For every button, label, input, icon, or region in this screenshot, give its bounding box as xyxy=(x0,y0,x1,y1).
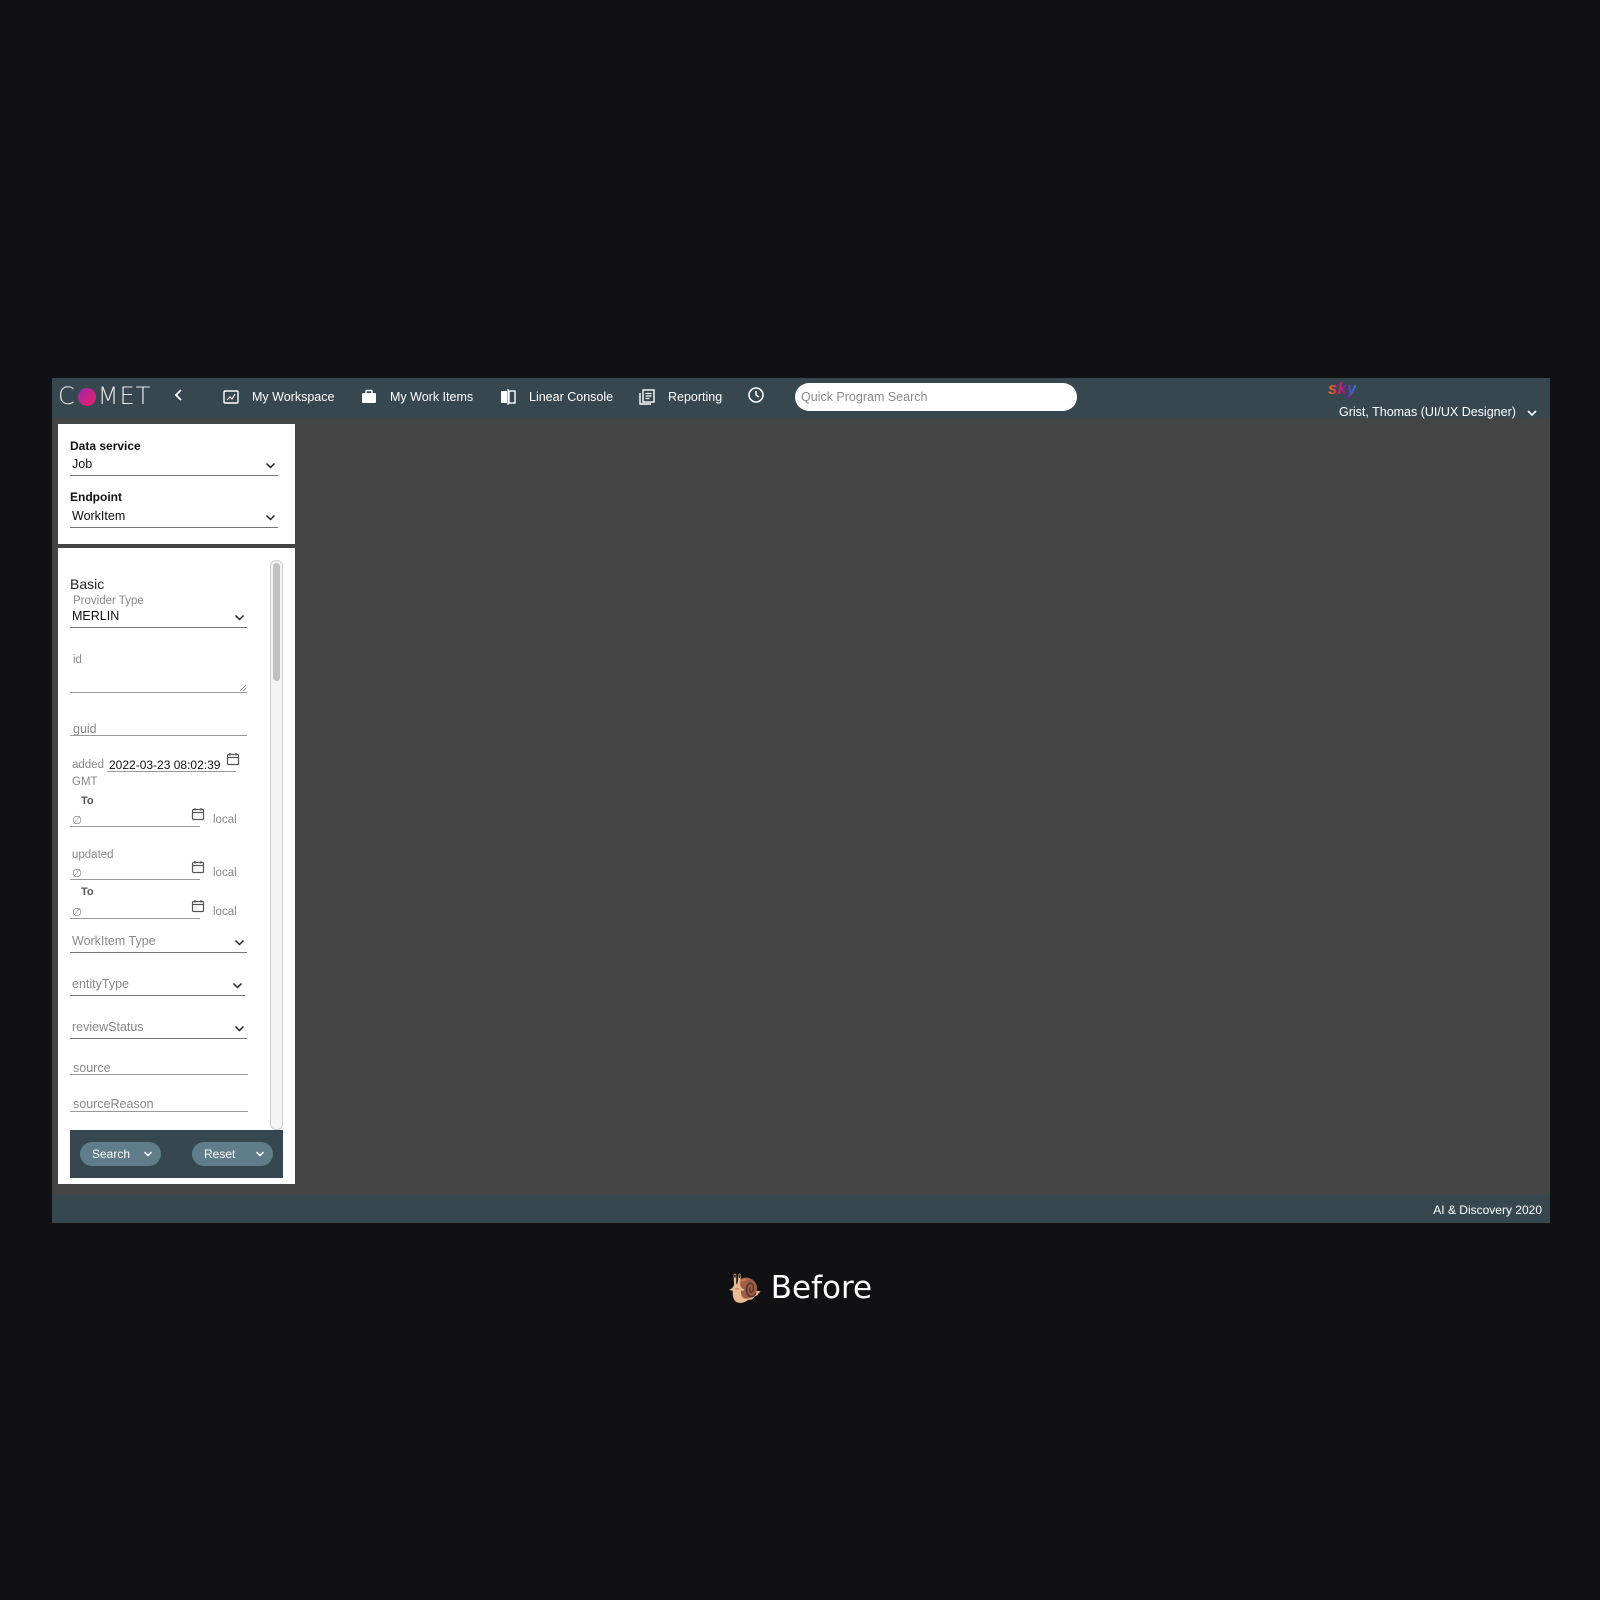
chevron-down-icon xyxy=(234,614,245,621)
nav-linear-console[interactable]: Linear Console xyxy=(499,386,613,408)
history-icon[interactable] xyxy=(747,386,765,404)
entity-type-placeholder: entityType xyxy=(72,977,129,991)
provider-type-value: MERLIN xyxy=(72,609,120,623)
updated-to-local: local xyxy=(213,906,237,918)
updated-to-input[interactable] xyxy=(70,902,200,919)
guid-input[interactable] xyxy=(70,718,247,736)
reset-button[interactable]: Reset xyxy=(192,1142,273,1166)
nav-label: Reporting xyxy=(668,390,723,404)
sky-logo: sky xyxy=(1328,379,1357,398)
nav-reporting[interactable]: Reporting xyxy=(638,386,722,408)
workspace-icon xyxy=(223,390,239,404)
data-service-value: Job xyxy=(72,457,93,471)
workitem-type-placeholder: WorkItem Type xyxy=(72,934,156,948)
endpoint-value: WorkItem xyxy=(72,509,126,523)
chevron-down-icon xyxy=(234,939,245,946)
quick-program-search-input[interactable] xyxy=(795,383,1077,411)
query-config-panel: Data service Job Endpoint WorkItem xyxy=(58,424,295,544)
chevron-left-icon[interactable] xyxy=(170,386,188,404)
source-reason-input[interactable] xyxy=(70,1093,248,1112)
chevron-down-icon xyxy=(265,462,276,469)
chevron-down-icon xyxy=(234,1025,245,1032)
comet-app-window: C MET My Workspace My Work Items Linear C… xyxy=(52,378,1550,1223)
chevron-down-icon[interactable] xyxy=(1526,407,1538,419)
reporting-icon xyxy=(639,389,655,405)
briefcase-icon xyxy=(362,389,376,403)
review-status-select[interactable]: reviewStatus xyxy=(70,1019,247,1039)
console-icon xyxy=(501,389,516,405)
caption-text: Before xyxy=(770,1270,873,1306)
footer-text: AI & Discovery 2020 xyxy=(1433,1203,1542,1217)
provider-type-label: Provider Type xyxy=(73,595,144,607)
nav-label: Linear Console xyxy=(529,390,614,404)
nav-my-workspace[interactable]: My Workspace xyxy=(222,386,334,408)
endpoint-label: Endpoint xyxy=(70,490,122,504)
added-label: added xyxy=(72,759,104,771)
app-footer: AI & Discovery 2020 xyxy=(52,1195,1550,1223)
data-service-label: Data service xyxy=(70,439,141,453)
endpoint-select[interactable]: WorkItem xyxy=(70,508,278,528)
chevron-down-icon xyxy=(265,514,276,521)
logo-heart-icon xyxy=(77,388,96,406)
chevron-down-icon[interactable] xyxy=(143,1149,153,1159)
workitem-type-select[interactable]: WorkItem Type xyxy=(70,933,247,953)
calendar-icon[interactable] xyxy=(191,807,205,821)
updated-from-local: local xyxy=(213,867,237,879)
calendar-icon[interactable] xyxy=(191,860,205,874)
updated-label: updated xyxy=(72,849,114,861)
comet-logo: C MET xyxy=(58,382,152,410)
calendar-icon[interactable] xyxy=(226,752,240,766)
review-status-placeholder: reviewStatus xyxy=(72,1020,144,1034)
added-from-input[interactable] xyxy=(107,755,236,772)
chevron-down-icon xyxy=(232,982,243,989)
caption: 🐌 Before xyxy=(0,1270,1600,1306)
provider-type-select[interactable]: MERLIN xyxy=(70,608,247,628)
search-button-label: Search xyxy=(92,1147,131,1161)
nav-label: My Work Items xyxy=(390,390,474,404)
added-to-local: local xyxy=(213,814,237,826)
snail-emoji-icon: 🐌 xyxy=(727,1272,763,1305)
section-title-basic: Basic xyxy=(70,576,105,592)
scrollbar-thumb[interactable] xyxy=(273,563,280,681)
added-to-label: To xyxy=(81,795,94,807)
resize-grip-icon[interactable] xyxy=(240,685,246,691)
updated-from-input[interactable] xyxy=(70,863,200,880)
reset-button-label: Reset xyxy=(204,1147,236,1161)
calendar-icon[interactable] xyxy=(191,899,205,913)
entity-type-select[interactable]: entityType xyxy=(70,976,245,996)
id-textarea[interactable] xyxy=(70,650,247,693)
nav-label: My Workspace xyxy=(252,390,335,404)
source-input[interactable] xyxy=(70,1057,248,1075)
filter-panel: Basic Provider Type MERLIN id guid added… xyxy=(58,548,295,1184)
added-timezone: GMT xyxy=(72,776,98,788)
updated-to-label: To xyxy=(81,886,94,898)
search-button[interactable]: Search xyxy=(80,1142,161,1166)
chevron-down-icon[interactable] xyxy=(255,1149,265,1159)
filter-action-bar: Search Reset xyxy=(70,1130,283,1178)
nav-my-work-items[interactable]: My Work Items xyxy=(360,386,473,408)
added-to-input[interactable] xyxy=(70,810,200,827)
data-service-select[interactable]: Job xyxy=(70,456,278,476)
user-menu[interactable]: Grist, Thomas (UI/UX Designer) xyxy=(1339,405,1516,419)
top-navigation-bar: C MET My Workspace My Work Items Linear C… xyxy=(52,378,1550,419)
filter-scrollbar[interactable] xyxy=(270,560,283,1130)
